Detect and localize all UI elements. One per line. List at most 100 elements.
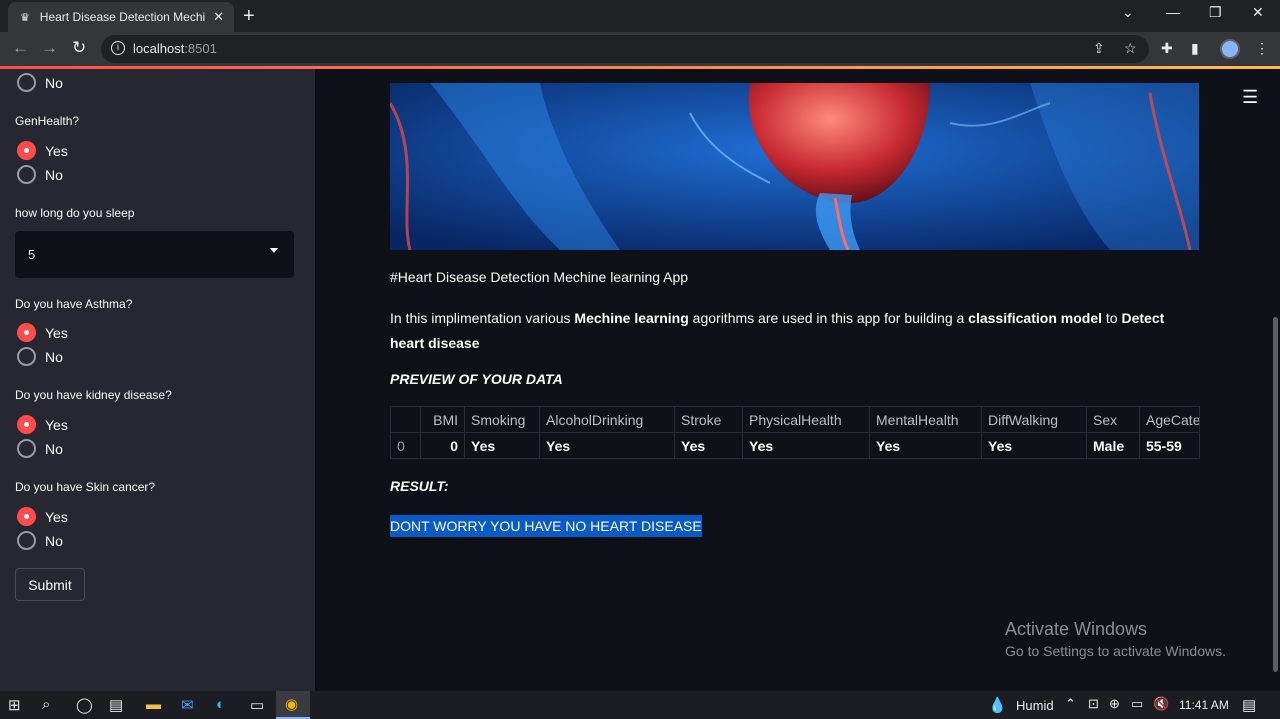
chevron-up-icon[interactable]: ⌃ <box>1065 696 1076 712</box>
radio-label: Yes <box>45 508 68 525</box>
skin-cancer-label: Do you have Skin cancer? <box>15 480 156 494</box>
radio-button[interactable] <box>17 347 36 366</box>
heart-banner-image <box>390 83 1199 250</box>
mail-icon[interactable]: ✉ <box>181 696 194 714</box>
file-explorer-icon[interactable]: ▬ <box>146 696 161 713</box>
maximize-icon[interactable]: ❐ <box>1209 4 1222 21</box>
info-icon[interactable]: i <box>111 41 125 55</box>
table-cell: Yes <box>539 432 675 459</box>
genhealth-yes[interactable]: Yes <box>17 141 68 160</box>
forward-arrow-icon[interactable]: → <box>41 38 58 58</box>
sleep-select[interactable]: 5 <box>15 231 294 278</box>
table-header: BMI <box>420 406 465 433</box>
close-window-icon[interactable]: ✕ <box>1252 4 1264 21</box>
chrome-taskbar-icon[interactable]: ◉ <box>276 691 310 719</box>
extensions-icon[interactable]: ✚ <box>1161 40 1173 57</box>
radio-label: No <box>45 166 63 183</box>
menu-dots-icon[interactable]: ⋮ <box>1255 40 1269 57</box>
side-panel-icon[interactable]: ▮ <box>1191 40 1199 57</box>
table-header: AlcoholDrinking <box>539 406 675 433</box>
notifications-icon[interactable]: ▤ <box>1242 696 1256 714</box>
scrollbar[interactable] <box>1273 317 1278 672</box>
minimize-icon[interactable]: — <box>1166 4 1180 20</box>
task-view-icon[interactable]: ▤ <box>109 696 123 714</box>
url-text[interactable]: localhost:8501 <box>133 41 217 56</box>
radio-previous-no[interactable]: No <box>17 73 63 92</box>
browser-toolbar: ← → ↻ i localhost:8501 ⇪ ☆ ✚ ▮ ⋮ <box>0 32 1280 66</box>
main-content: ☰ #Heart Disease Detection Mechine learn… <box>315 69 1280 691</box>
app-description: In this implimentation various Mechine l… <box>390 310 1165 351</box>
bookmark-star-icon[interactable]: ☆ <box>1124 40 1137 57</box>
hamburger-menu-icon[interactable]: ☰ <box>1242 87 1258 108</box>
radio-label: No <box>45 532 63 549</box>
windows-start-icon[interactable]: ⊞ <box>8 696 21 714</box>
table-cell: Yes <box>464 432 540 459</box>
weather-text[interactable]: Humid <box>1016 698 1054 713</box>
battery-icon[interactable]: ▭ <box>1131 696 1143 712</box>
radio-button-selected[interactable] <box>17 507 36 526</box>
radio-button[interactable] <box>17 439 36 458</box>
edge-icon[interactable]: ◐ <box>216 696 225 713</box>
volume-muted-icon[interactable]: 🔇 <box>1153 696 1169 712</box>
cortana-icon[interactable]: ◯ <box>76 696 93 714</box>
radio-label: Yes <box>45 324 68 341</box>
radio-button-selected[interactable] <box>17 141 36 160</box>
app-title: #Heart Disease Detection Mechine learnin… <box>390 269 689 285</box>
chevron-down-icon <box>270 248 278 253</box>
share-icon[interactable]: ⇪ <box>1093 40 1105 57</box>
asthma-yes[interactable]: Yes <box>17 323 68 342</box>
radio-button[interactable] <box>17 73 36 92</box>
radio-button-selected[interactable] <box>17 323 36 342</box>
meet-icon[interactable]: ⊡ <box>1088 696 1099 712</box>
browser-tabbar: ♛ Heart Disease Detection Mechine ✕ + ⌄ … <box>0 0 1280 32</box>
chevron-down-icon[interactable]: ⌄ <box>1122 4 1134 21</box>
clock-time[interactable]: 11:41 AM <box>1179 698 1229 712</box>
back-arrow-icon[interactable]: ← <box>12 38 29 58</box>
radio-button-selected[interactable] <box>17 415 36 434</box>
table-header: DiffWalking <box>981 406 1087 433</box>
search-icon[interactable]: ⌕ <box>42 696 50 713</box>
radio-label: No <box>45 74 63 91</box>
result-heading: RESULT: <box>390 478 449 494</box>
close-tab-icon[interactable]: ✕ <box>213 9 224 25</box>
watermark-subtitle: Go to Settings to activate Windows. <box>1005 643 1226 659</box>
radio-label: No <box>45 440 63 457</box>
table-cell: Yes <box>981 432 1087 459</box>
genhealth-no[interactable]: No <box>17 165 63 184</box>
kidney-label: Do you have kidney disease? <box>15 388 172 402</box>
reload-icon[interactable]: ↻ <box>72 38 86 58</box>
radio-button[interactable] <box>17 531 36 550</box>
kidney-yes[interactable]: Yes <box>17 415 68 434</box>
skin-cancer-no[interactable]: No <box>17 531 63 550</box>
profile-avatar[interactable] <box>1220 39 1240 59</box>
terminal-icon[interactable]: ▭ <box>250 696 264 714</box>
asthma-no[interactable]: No <box>17 347 63 366</box>
sleep-label: how long do you sleep <box>15 206 135 220</box>
data-preview-table: BMI Smoking AlcoholDrinking Stroke Physi… <box>390 406 1200 459</box>
chrome-icon: ◉ <box>285 696 299 713</box>
result-text: DONT WORRY YOU HAVE NO HEART DISEASE <box>390 515 702 537</box>
skin-cancer-yes[interactable]: Yes <box>17 507 68 526</box>
sleep-select-value: 5 <box>28 247 36 262</box>
address-bar[interactable]: i localhost:8501 ⇪ ☆ <box>101 35 1149 63</box>
activate-windows-watermark: Activate Windows Go to Settings to activ… <box>1005 619 1226 659</box>
watermark-title: Activate Windows <box>1005 619 1148 639</box>
asthma-label: Do you have Asthma? <box>15 297 133 311</box>
heart-illustration <box>390 83 1199 250</box>
table-cell: 55-59 <box>1139 432 1200 459</box>
table-header: Stroke <box>674 406 743 433</box>
kidney-no[interactable]: No <box>17 439 63 458</box>
browser-tab[interactable]: ♛ Heart Disease Detection Mechine ✕ <box>8 2 234 32</box>
windows-taskbar: ⊞ ⌕ ◯ ▤ ▬ ✉ ◐ ▭ ◉ 💧 Humid ⌃ ⊡ ⊕ ▭ 🔇 11:4… <box>0 691 1280 719</box>
radio-label: No <box>45 348 63 365</box>
radio-label: Yes <box>45 142 68 159</box>
table-header: MentalHealth <box>869 406 982 433</box>
weather-icon: 💧 <box>988 697 1007 714</box>
table-row: 0 0 Yes Yes Yes Yes Yes Yes Male 55-59 <box>390 432 1200 459</box>
network-icon[interactable]: ⊕ <box>1109 696 1120 712</box>
radio-button[interactable] <box>17 165 36 184</box>
new-tab-icon[interactable]: + <box>243 5 255 28</box>
submit-button[interactable]: Submit <box>15 568 85 601</box>
radio-label: Yes <box>45 416 68 433</box>
table-header: PhysicalHealth <box>742 406 870 433</box>
